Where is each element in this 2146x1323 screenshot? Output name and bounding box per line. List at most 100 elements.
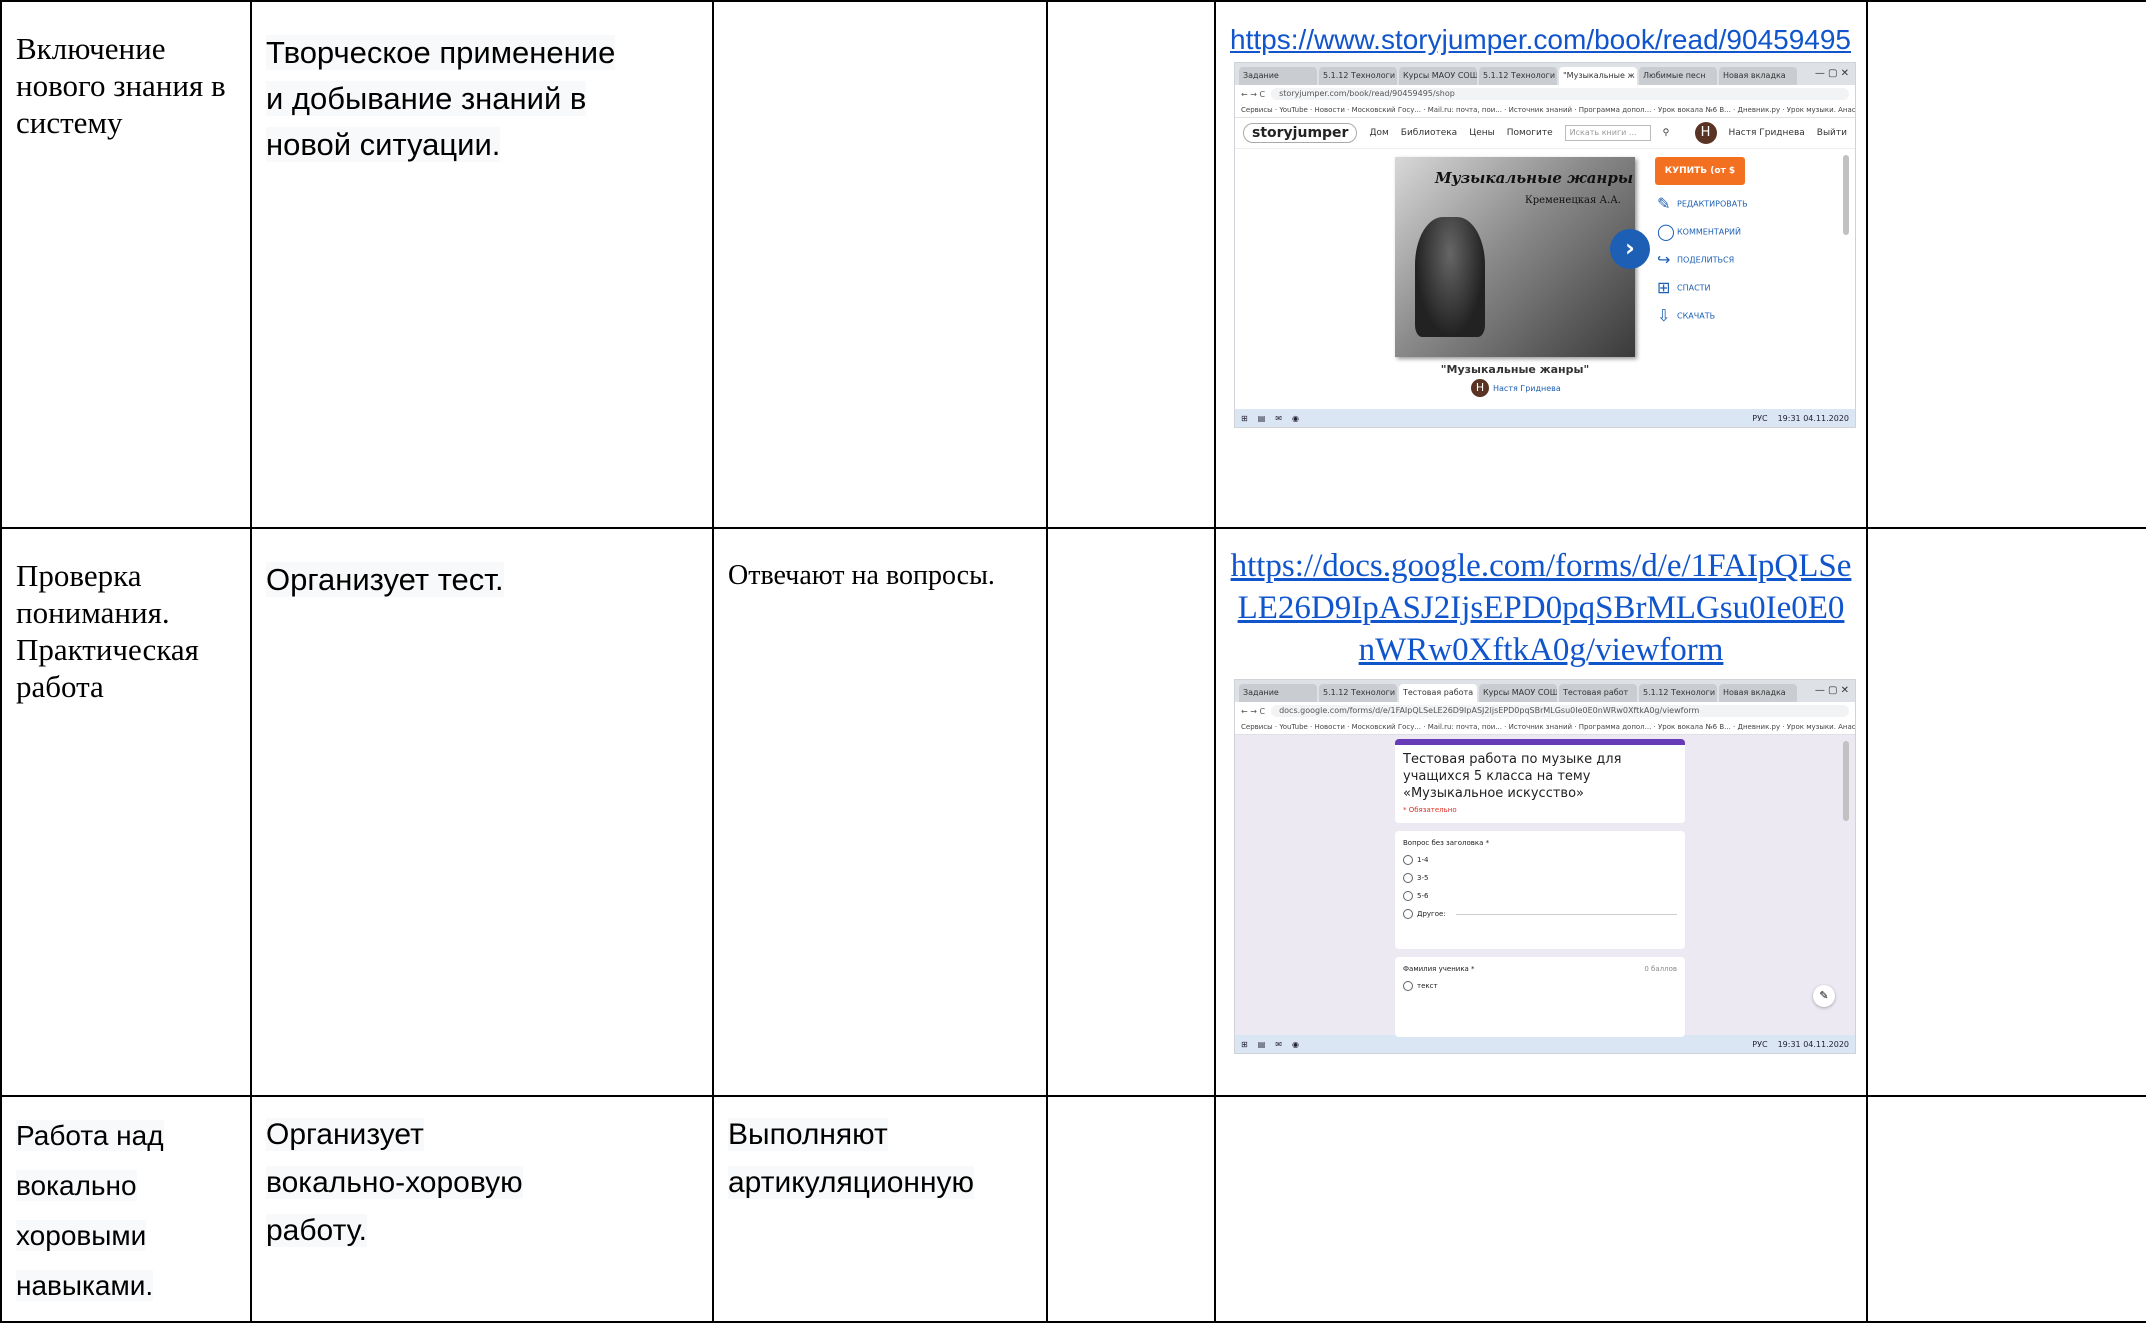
taskbar: ⊞ ▤ ✉ ◉ РУС 19:31 04.11.2020 — [1235, 1035, 1855, 1053]
resource-cell: https://docs.google.com/forms/d/e/1FAIpQ… — [1214, 527, 1868, 1097]
search-box: Искать книги ... — [1564, 125, 1651, 141]
students-cell — [712, 0, 1048, 529]
radio-icon — [1403, 873, 1413, 883]
scrollbar — [1843, 741, 1849, 821]
avatar: Н — [1471, 379, 1489, 397]
search-icon: ⚲ — [1662, 128, 1670, 138]
empty-cell — [1046, 1095, 1216, 1323]
book-caption: "Музыкальные жанры" — [1440, 363, 1590, 376]
tray-clock: 19:31 04.11.2020 — [1777, 413, 1849, 423]
resource-cell — [1214, 1095, 1868, 1323]
question-title: Вопрос без заголовка * — [1403, 839, 1490, 847]
windows-icon: ⊞ — [1241, 413, 1248, 423]
address-bar: ← → C storyjumper.com/book/read/90459495… — [1235, 85, 1855, 103]
browser-tabs: Задание 5.1.12 Технологи Тестовая работа… — [1235, 680, 1855, 702]
window-controls-icon: — ▢ ✕ — [1814, 68, 1849, 79]
radio-icon — [1403, 981, 1413, 991]
book-title: Музыкальные жанры — [1435, 169, 1634, 187]
nav-arrows-icon: ← → C — [1241, 89, 1266, 99]
stage-text: Работа над вокально хоровыми навыками. — [16, 1120, 164, 1301]
teacher-cell: Организует вокально-хоровую работу. — [250, 1095, 714, 1323]
stage-text: Включение нового знания в систему — [16, 31, 226, 140]
browser-tab: Новая вкладка — [1719, 67, 1797, 85]
empty-cell — [1866, 1095, 2146, 1323]
google-form-link[interactable]: https://docs.google.com/forms/d/e/1FAIpQ… — [1230, 545, 1852, 671]
folder-icon: ▤ — [1257, 413, 1266, 423]
lesson-table: Включение нового знания в систему Творче… — [0, 0, 2146, 1323]
buy-button: КУПИТЬ (от $ 2.99 — [1655, 157, 1745, 204]
scrollbar — [1843, 155, 1849, 235]
storyjumper-link[interactable]: https://www.storyjumper.com/book/read/90… — [1230, 24, 1851, 55]
browser-tab: Тестовая работ — [1559, 684, 1637, 702]
url-text: storyjumper.com/book/read/90459495/shop — [1271, 88, 1849, 100]
browser-tab: 5.1.12 Технологи — [1319, 684, 1397, 702]
nav-item: Библиотека — [1400, 128, 1458, 138]
window-controls-icon: — ▢ ✕ — [1814, 685, 1849, 696]
form-header-card: Тестовая работа по музыке для учащихся 5… — [1395, 739, 1685, 823]
teacher-cell: Творческое применение и добывание знаний… — [250, 0, 714, 529]
bookmarks-bar: Сервисы · YouTube · Новости · Московский… — [1235, 720, 1855, 735]
nav-item: Цены — [1469, 128, 1495, 138]
plus-box-icon: ⊞ — [1657, 278, 1671, 297]
nav-item: Дом — [1369, 128, 1389, 138]
radio-icon — [1403, 909, 1413, 919]
pencil-icon: ✎ — [1657, 194, 1671, 213]
google-form-screenshot: Задание 5.1.12 Технологи Тестовая работа… — [1234, 679, 1856, 1054]
stage-cell: Проверка понимания. Практическая работа — [0, 527, 252, 1097]
question-card: Фамилия ученика * 0 баллов текст — [1395, 957, 1685, 1037]
table-row: Включение нового знания в систему Творче… — [0, 0, 2146, 529]
resource-cell: https://www.storyjumper.com/book/read/90… — [1214, 0, 1868, 529]
empty-cell — [1866, 527, 2146, 1097]
teacher-text: Организует вокально-хоровую работу. — [266, 1118, 523, 1247]
tray-lang: РУС — [1752, 413, 1768, 423]
browser-tab: Любимые песн — [1639, 67, 1717, 85]
browser-tab: Курсы МАОУ СОШ — [1479, 684, 1557, 702]
browser-tab: 5.1.12 Технологи — [1319, 67, 1397, 85]
guitarist-image — [1415, 217, 1485, 337]
author-link: Настя Гриднева — [1493, 383, 1561, 393]
required-note: * Обязательно — [1403, 806, 1457, 814]
students-cell: Отвечают на вопросы. — [712, 527, 1048, 1097]
browser-tab: 5.1.12 Технологи — [1479, 67, 1557, 85]
pencil-icon: ✎ — [1813, 985, 1835, 1007]
table-row: Работа над вокально хоровыми навыками. О… — [0, 1095, 2146, 1323]
tray-clock: 19:31 04.11.2020 — [1777, 1039, 1849, 1049]
question-card: Вопрос без заголовка * 1-4 3-5 5-6 Друго… — [1395, 831, 1685, 949]
stage-cell: Работа над вокально хоровыми навыками. — [0, 1095, 252, 1323]
browser-tab: Курсы МАОУ СОШ — [1399, 67, 1477, 85]
chrome-icon: ◉ — [1291, 1039, 1299, 1049]
question-title: Фамилия ученика * — [1403, 965, 1475, 973]
nav-item: Помогите — [1506, 128, 1553, 138]
book-cover: Музыкальные жанры Кременецкая А.А. — [1395, 157, 1635, 357]
browser-tab: Тестовая работа — [1399, 684, 1477, 702]
comment-icon: ◯ — [1657, 222, 1675, 241]
windows-icon: ⊞ — [1241, 1039, 1248, 1049]
browser-tab: Задание — [1239, 684, 1317, 702]
next-arrow-icon: › — [1610, 229, 1650, 269]
storyjumper-logo: storyjumper — [1243, 123, 1358, 143]
empty-cell — [1866, 0, 2146, 529]
storyjumper-header: storyjumper Дом Библиотека Цены Помогите… — [1235, 118, 1855, 149]
table-row: Проверка понимания. Практическая работа … — [0, 527, 2146, 1097]
mail-icon: ✉ — [1275, 413, 1282, 423]
radio-icon — [1403, 891, 1413, 901]
browser-tab: "Музыкальные ж — [1559, 67, 1637, 85]
author-line: Н Настя Гриднева — [1471, 379, 1561, 397]
empty-cell — [1046, 0, 1216, 529]
download-icon: ⇩ — [1657, 306, 1671, 325]
browser-tab: 5.1.12 Технологи — [1639, 684, 1717, 702]
stage-text: Проверка понимания. Практическая работа — [16, 558, 199, 704]
book-author: Кременецкая А.А. — [1525, 195, 1621, 206]
folder-icon: ▤ — [1257, 1039, 1266, 1049]
tray-lang: РУС — [1752, 1039, 1768, 1049]
taskbar: ⊞ ▤ ✉ ◉ РУС 19:31 04.11.2020 — [1235, 409, 1855, 427]
radio-icon — [1403, 855, 1413, 865]
nav-arrows-icon: ← → C — [1241, 706, 1266, 716]
bookmarks-bar: Сервисы · YouTube · Новости · Московский… — [1235, 103, 1855, 118]
book-actions: ✎ РЕДАКТИРОВАТЬ ◯ КОММЕНТАРИЙ ↪ ПОДЕЛИТЬСЯ … — [1657, 194, 1748, 325]
teacher-text: Творческое применение и добывание знаний… — [266, 35, 616, 162]
logout-link: Выйти — [1816, 128, 1847, 138]
browser-tabs: Задание 5.1.12 Технологи Курсы МАОУ СОШ … — [1235, 63, 1855, 85]
storyjumper-body: Музыкальные жанры Кременецкая А.А. › КУП… — [1235, 149, 1855, 409]
teacher-cell: Организует тест. — [250, 527, 714, 1097]
